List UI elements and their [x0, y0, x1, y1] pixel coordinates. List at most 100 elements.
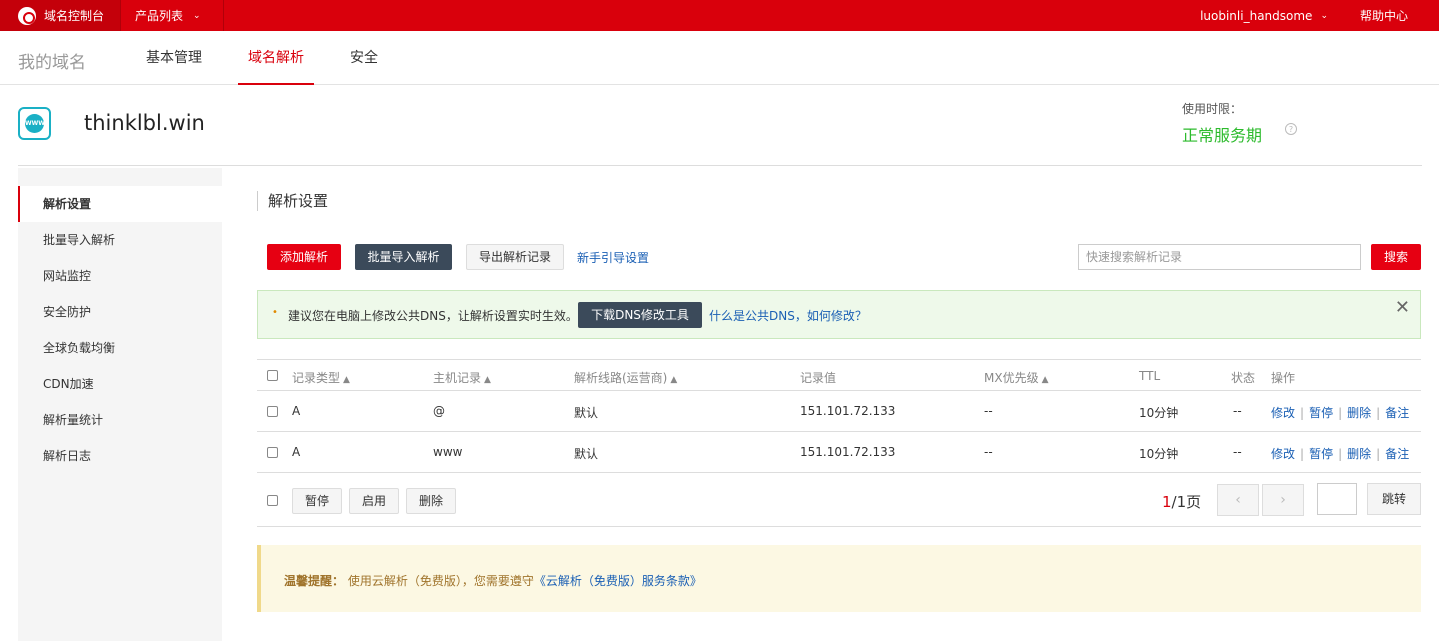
sidebar-item-cdn[interactable]: CDN加速: [18, 366, 222, 402]
globe-icon: WWW: [25, 114, 45, 133]
cell-type: A: [292, 445, 301, 459]
edit-link[interactable]: 修改: [1271, 447, 1295, 461]
col-label: 主机记录: [433, 371, 482, 385]
row-actions: 修改 | 暂停 | 删除 | 备注: [1271, 406, 1410, 420]
terms-link[interactable]: 《云解析（免费版）服务条款》: [534, 574, 702, 588]
tab-basic-management[interactable]: 基本管理: [146, 31, 202, 85]
console-home-link[interactable]: 域名控制台: [0, 0, 122, 31]
cell-value: 151.101.72.133: [800, 404, 896, 418]
col-record-type[interactable]: 记录类型 ▲: [292, 369, 350, 386]
dns-notice: • 建议您在电脑上修改公共DNS，让解析设置实时生效。 下载DNS修改工具 什么…: [257, 290, 1421, 339]
products-menu[interactable]: 产品列表 ⌄: [121, 0, 224, 31]
reminder-body: 使用云解析（免费版），您需要遵守: [347, 574, 534, 588]
sidebar-item-security[interactable]: 安全防护: [18, 294, 222, 330]
table-footer: 暂停 启用 删除 1/1页 ‹ › 跳转: [257, 473, 1421, 527]
cell-host: www: [433, 445, 463, 459]
search-button[interactable]: 搜索: [1371, 244, 1421, 270]
sidebar-item-statistics[interactable]: 解析量统计: [18, 402, 222, 438]
sidebar-item-batch-import[interactable]: 批量导入解析: [18, 222, 222, 258]
bulk-pause-button[interactable]: 暂停: [292, 488, 342, 514]
col-value: 记录值: [800, 371, 837, 385]
sidebar: 解析设置 批量导入解析 网站监控 安全防护 全球负载均衡 CDN加速 解析量统计…: [18, 168, 222, 641]
bulk-delete-button[interactable]: 删除: [406, 488, 456, 514]
reminder-text: 温馨提醒： 使用云解析（免费版），您需要遵守《云解析（免费版）服务条款》: [284, 572, 702, 589]
row-actions: 修改 | 暂停 | 删除 | 备注: [1271, 447, 1410, 461]
table-row: A @ 默认 151.101.72.133 -- 10分钟 -- 修改 | 暂停 | 删…: [257, 391, 1421, 432]
bulk-enable-button[interactable]: 启用: [349, 488, 399, 514]
prev-page-button[interactable]: ‹: [1217, 484, 1259, 516]
table-header: 记录类型 ▲ 主机记录 ▲ 解析线路(运营商) ▲ 记录值 MX优先级 ▲ TTL 状态…: [257, 359, 1421, 391]
guide-settings-link[interactable]: 新手引导设置: [577, 249, 649, 266]
logo-icon: [18, 6, 36, 25]
close-icon[interactable]: ✕: [1395, 297, 1410, 318]
sidebar-item-load-balancing[interactable]: 全球负载均衡: [18, 330, 222, 366]
usage-status: 正常服务期: [1182, 126, 1263, 145]
page-indicator: 1/1页: [1162, 491, 1201, 512]
note-link[interactable]: 备注: [1385, 406, 1409, 420]
public-dns-help-link[interactable]: 什么是公共DNS，如何修改？: [709, 307, 867, 324]
tab-security[interactable]: 安全: [350, 31, 378, 85]
cell-mx: --: [984, 404, 993, 418]
top-bar: 域名控制台 产品列表 ⌄ luobinli_handsome ⌄ 帮助中心: [0, 0, 1439, 31]
col-label: MX优先级: [984, 371, 1039, 385]
add-record-button[interactable]: 添加解析: [267, 244, 341, 270]
pause-link[interactable]: 暂停: [1309, 406, 1333, 420]
batch-import-button[interactable]: 批量导入解析: [355, 244, 452, 270]
row-checkbox[interactable]: [267, 447, 278, 458]
reminder-label: 温馨提醒：: [284, 574, 345, 588]
sidebar-item-logs[interactable]: 解析日志: [18, 438, 222, 474]
select-all-checkbox-bottom[interactable]: [267, 495, 278, 506]
next-page-button[interactable]: ›: [1262, 484, 1304, 516]
sort-up-icon: ▲: [1041, 375, 1049, 385]
notice-text: 建议您在电脑上修改公共DNS，让解析设置实时生效。: [288, 309, 578, 323]
delete-link[interactable]: 删除: [1347, 406, 1371, 420]
page-number-input[interactable]: [1317, 483, 1357, 515]
tab-domain-resolution[interactable]: 域名解析: [238, 31, 314, 85]
total-pages: /1页: [1171, 493, 1202, 511]
page-title: 解析设置: [257, 191, 328, 211]
note-link[interactable]: 备注: [1385, 447, 1409, 461]
col-label: 记录类型: [292, 371, 341, 385]
help-question-icon[interactable]: ?: [1285, 123, 1297, 135]
reminder-banner: 温馨提醒： 使用云解析（免费版），您需要遵守《云解析（免费版）服务条款》: [257, 545, 1421, 612]
pause-link[interactable]: 暂停: [1309, 447, 1333, 461]
table-row: A www 默认 151.101.72.133 -- 10分钟 -- 修改 | 暂停…: [257, 432, 1421, 473]
col-ttl: TTL: [1139, 369, 1161, 383]
download-dns-tool-button[interactable]: 下载DNS修改工具: [578, 302, 702, 328]
domain-nav: 我的域名 基本管理 域名解析 安全: [0, 31, 1439, 85]
col-host[interactable]: 主机记录 ▲: [433, 369, 491, 386]
bullet-icon: •: [272, 307, 278, 318]
select-all-checkbox[interactable]: [267, 370, 278, 381]
domain-icon: WWW: [18, 107, 51, 140]
delete-link[interactable]: 删除: [1347, 447, 1371, 461]
brand-label: 域名控制台: [44, 9, 105, 23]
row-checkbox[interactable]: [267, 406, 278, 417]
search-input[interactable]: 快速搜索解析记录: [1078, 244, 1361, 270]
help-center-link[interactable]: 帮助中心: [1350, 7, 1439, 24]
col-line[interactable]: 解析线路(运营商) ▲: [574, 369, 677, 386]
chevron-down-icon: ⌄: [1320, 10, 1328, 21]
user-menu[interactable]: luobinli_handsome ⌄: [1178, 9, 1350, 23]
jump-button[interactable]: 跳转: [1367, 483, 1421, 515]
cell-host: @: [433, 404, 445, 418]
cell-line: 默认: [574, 406, 599, 420]
col-actions: 操作: [1271, 371, 1296, 385]
sort-up-icon: ▲: [343, 375, 350, 385]
current-page: 1: [1162, 493, 1172, 511]
sort-up-icon: ▲: [484, 375, 491, 385]
usage-period-label: 使用时限：: [1182, 102, 1243, 116]
cell-value: 151.101.72.133: [800, 445, 896, 459]
cell-type: A: [292, 404, 301, 418]
username-label: luobinli_handsome: [1200, 8, 1313, 23]
col-label: 解析线路(运营商): [574, 371, 668, 385]
sidebar-item-site-monitor[interactable]: 网站监控: [18, 258, 222, 294]
edit-link[interactable]: 修改: [1271, 406, 1295, 420]
sidebar-item-resolution-settings[interactable]: 解析设置: [18, 186, 222, 222]
export-records-button[interactable]: 导出解析记录: [466, 244, 564, 270]
domain-name: thinklbl.win: [84, 111, 205, 135]
my-domain-title: 我的域名: [18, 53, 86, 73]
col-mx[interactable]: MX优先级 ▲: [984, 369, 1049, 386]
cell-ttl: 10分钟: [1139, 406, 1179, 420]
cell-line: 默认: [574, 447, 599, 461]
cell-status: --: [1233, 404, 1242, 418]
